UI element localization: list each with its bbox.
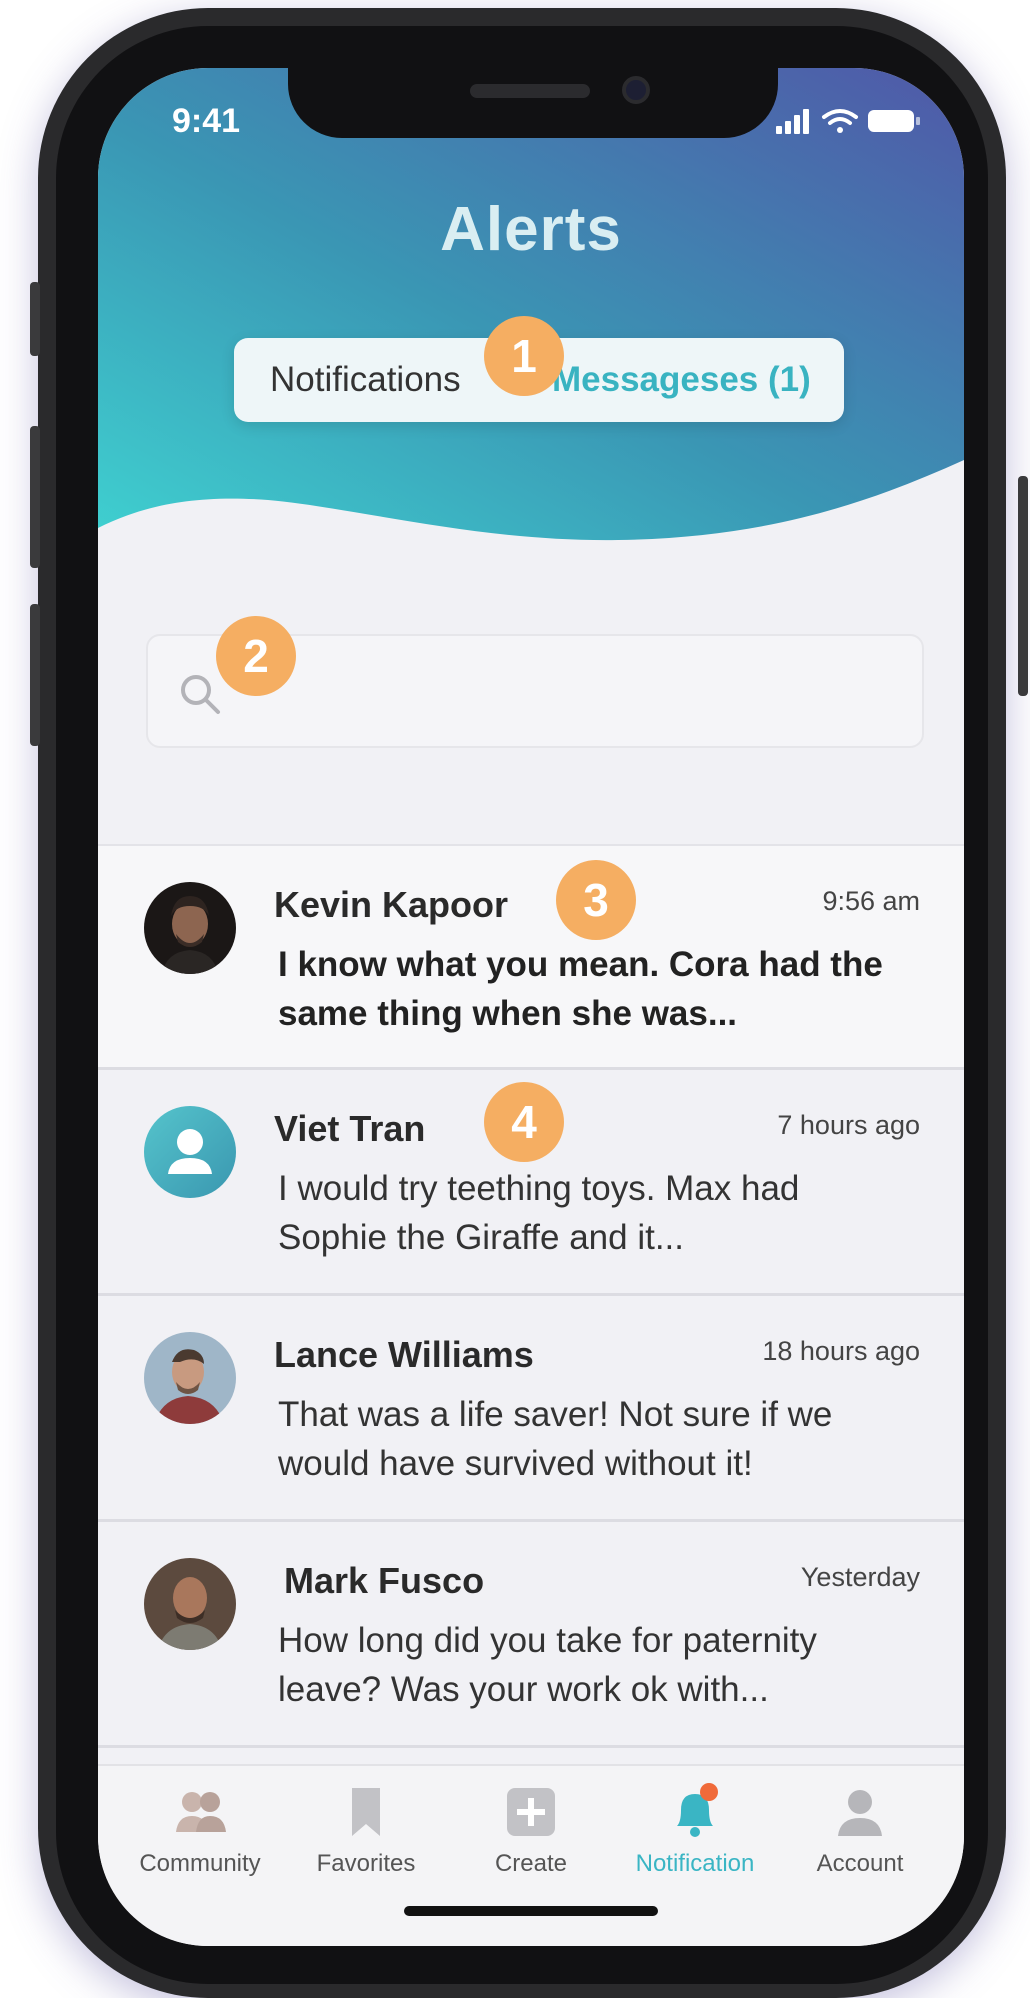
message-preview: I would try teething toys. Max had Sophi… [278,1169,800,1257]
sender-name: Mark Fusco [284,1560,485,1601]
tab-account[interactable]: Account [780,1780,940,1878]
volume-up-button [30,426,40,568]
tab-label: Create [494,1850,568,1877]
tab-favorites[interactable]: Favorites [286,1780,446,1878]
wifi-icon [822,109,858,133]
callout-marker-3: 3 [556,860,636,940]
search-icon [181,675,220,714]
plus-icon [507,1788,555,1836]
power-button [1018,476,1028,696]
message-row-kevin-kapoor[interactable]: Kevin Kapoor 9:56 am I know what you mea… [98,844,964,1070]
user-icon [838,1790,882,1836]
page-title: Alerts [440,195,622,264]
message-preview: I know what you mean. Cora had the same … [278,945,883,1033]
tab-label: Notification [635,1850,755,1877]
battery-icon [868,110,920,132]
avatar [144,882,236,974]
app-screen: 9:41 Alerts Notifications Messageses (1)… [98,68,964,1946]
bell-icon [677,1783,718,1837]
tab-label: Favorites [316,1850,416,1877]
sender-name: Kevin Kapoor [274,884,509,925]
message-time: Yesterday [800,1562,920,1592]
sender-name: Viet Tran [274,1108,426,1149]
tab-notifications[interactable]: Notifications [270,360,461,400]
notification-dot [700,1783,718,1801]
message-time: 7 hours ago [777,1110,920,1140]
tab-label: Community [139,1850,261,1877]
front-camera [622,76,650,104]
tab-messages[interactable]: Messageses (1) [552,360,811,400]
callout-marker-1: 1 [484,316,564,396]
message-preview: That was a life saver! Not sure if we wo… [278,1395,833,1483]
bookmark-icon [352,1788,380,1836]
volume-down-button [30,604,40,746]
message-row-mark-fusco[interactable]: Mark Fusco Yesterday How long did you ta… [98,1522,964,1748]
message-time: 9:56 am [822,886,920,916]
home-indicator[interactable] [404,1906,658,1916]
status-icons [776,109,920,134]
earpiece-speaker [470,84,590,98]
avatar [144,1332,236,1424]
avatar [144,1106,236,1198]
callout-marker-2: 2 [216,616,296,696]
message-row-lance-williams[interactable]: Lance Williams 18 hours ago That was a l… [98,1296,964,1522]
tab-community[interactable]: Community [120,1780,280,1878]
callout-marker-4: 4 [484,1082,564,1162]
notch [288,68,778,138]
community-icon [176,1792,226,1832]
message-time: 18 hours ago [762,1336,920,1366]
tab-label: Account [816,1850,904,1877]
avatar [144,1558,236,1650]
tab-bar: Community Favorites Create Notification [98,1764,964,1946]
status-time: 9:41 [172,102,241,140]
sender-name: Lance Williams [274,1334,534,1375]
tab-create[interactable]: Create [451,1780,611,1878]
signal-icon [776,109,809,134]
silent-switch [30,282,40,356]
tab-notification[interactable]: Notification [615,1780,775,1878]
message-preview: How long did you take for paternity leav… [278,1621,817,1709]
